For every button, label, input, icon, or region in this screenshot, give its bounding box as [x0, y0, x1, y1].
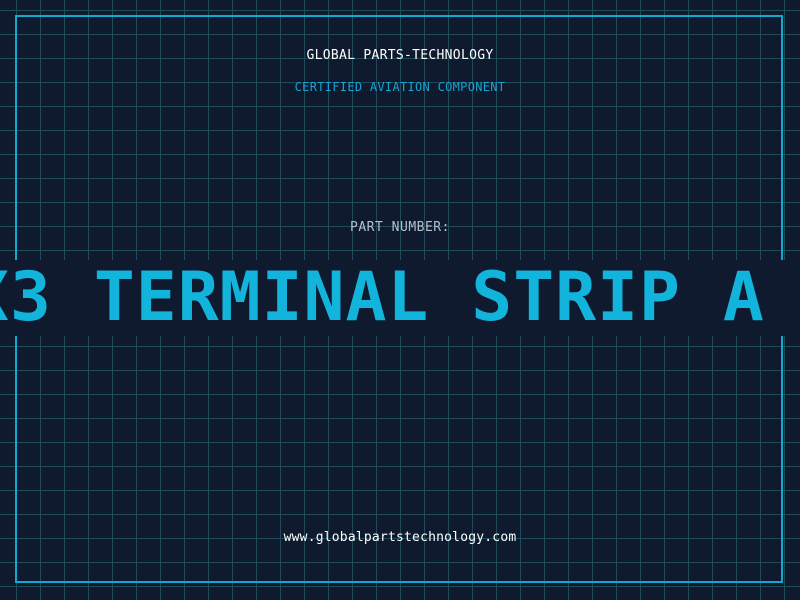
company-name: GLOBAL PARTS-TECHNOLOGY [306, 48, 494, 63]
spec-card: { "header": { "company": "GLOBAL PARTS-T… [0, 0, 800, 600]
certification-subtitle: CERTIFIED AVIATION COMPONENT [294, 80, 506, 94]
part-number-band: X3 TERMINAL STRIP A [0, 260, 800, 336]
website-url[interactable]: www.globalpartstechnology.com [0, 530, 800, 545]
part-number-scrolling-text: X3 TERMINAL STRIP A [0, 260, 765, 336]
part-number-label: PART NUMBER: [350, 220, 450, 235]
